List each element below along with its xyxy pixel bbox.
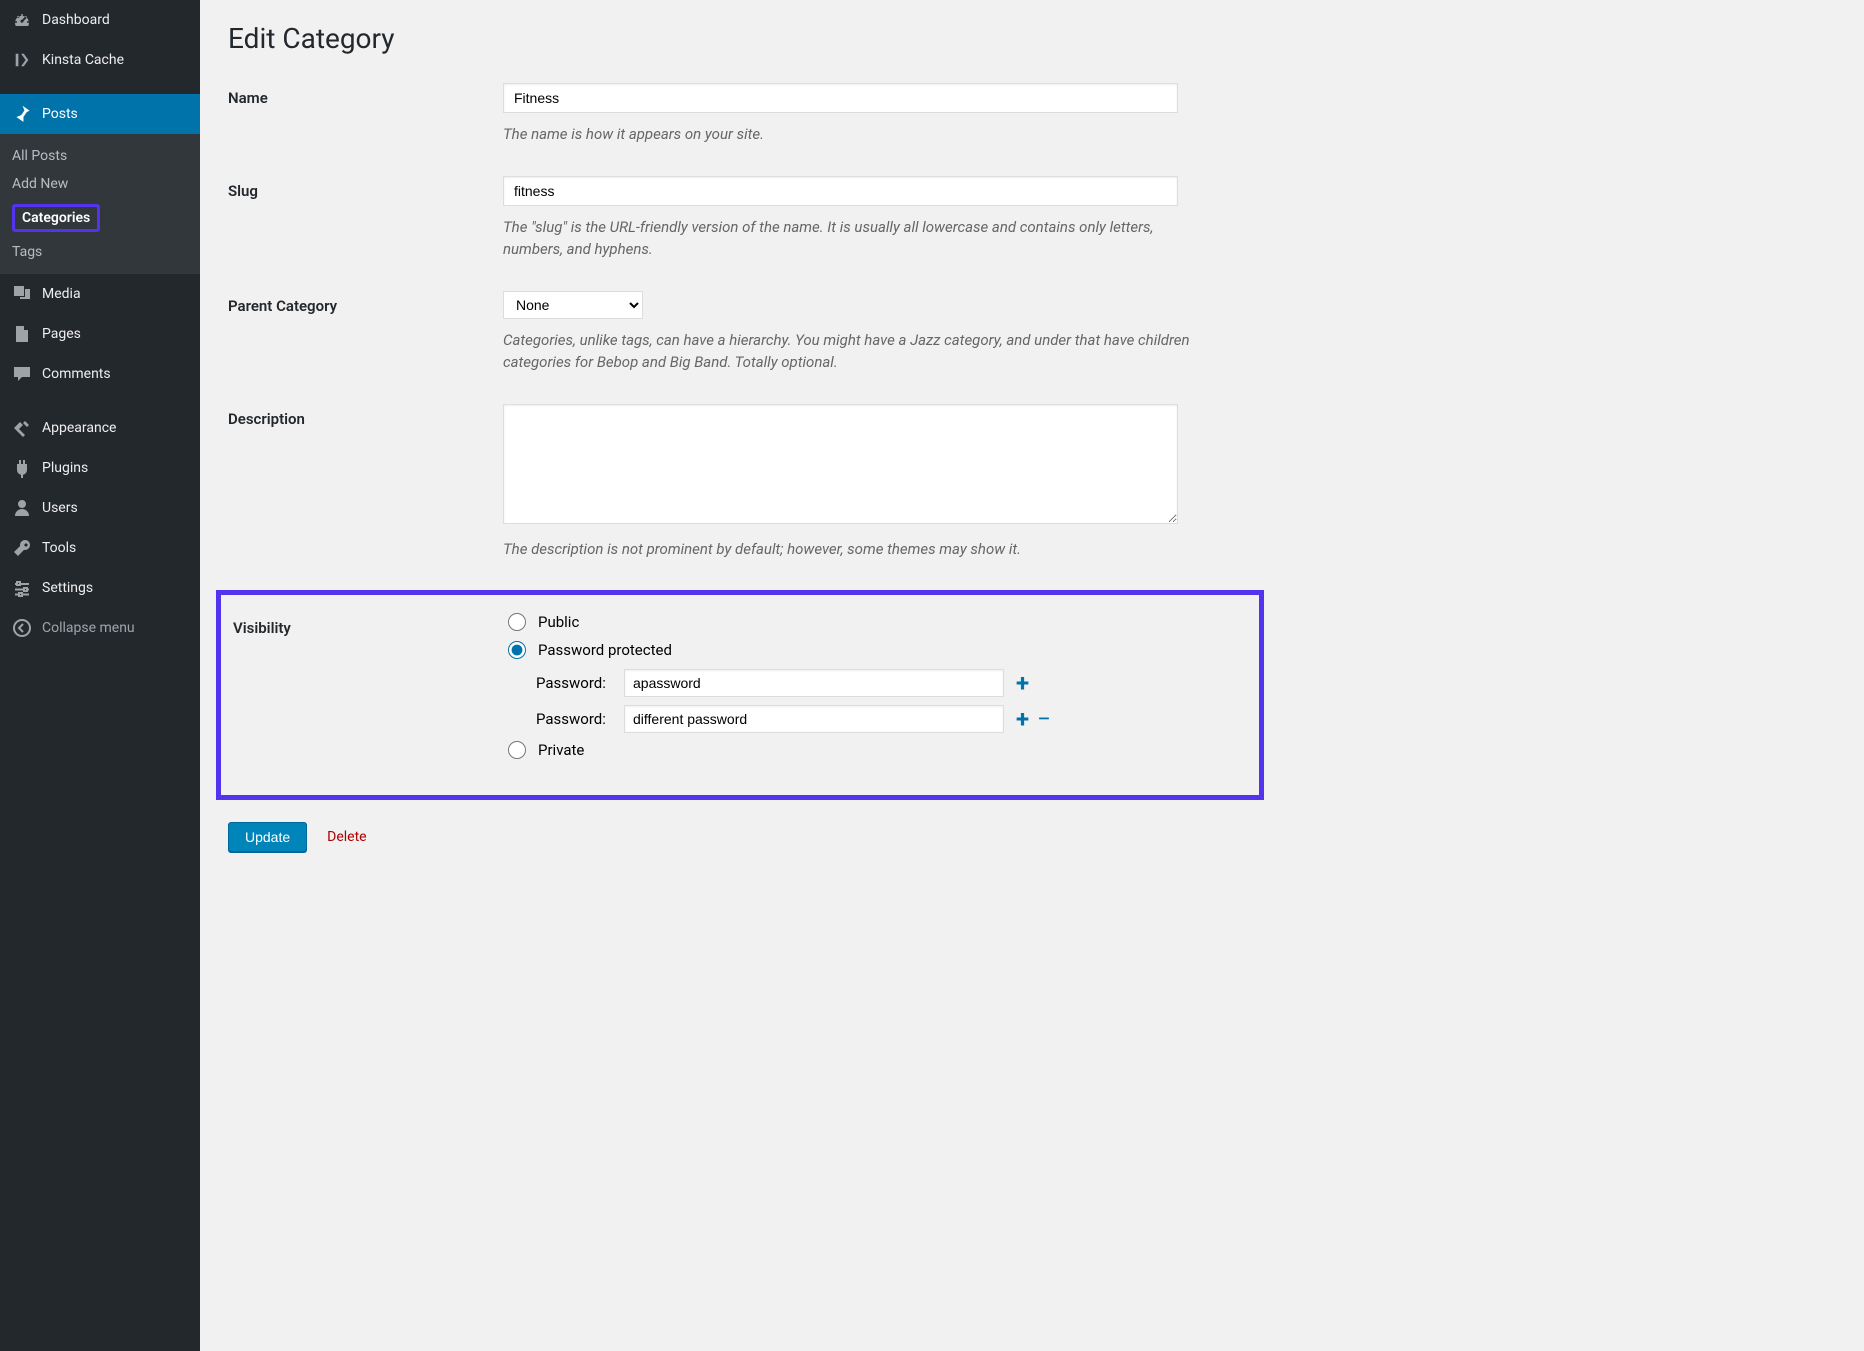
name-row: Name The name is how it appears on your … bbox=[228, 83, 1252, 146]
visibility-public-radio[interactable] bbox=[508, 613, 526, 631]
media-icon bbox=[12, 284, 32, 304]
add-password-icon[interactable]: + bbox=[1016, 707, 1029, 731]
slug-input[interactable] bbox=[503, 176, 1178, 206]
pages-icon bbox=[12, 324, 32, 344]
settings-icon bbox=[12, 578, 32, 598]
sidebar-label: Comments bbox=[42, 366, 111, 382]
sidebar-item-users[interactable]: Users bbox=[0, 488, 200, 528]
form-actions: Update Delete bbox=[228, 822, 1252, 852]
pin-icon bbox=[12, 104, 32, 124]
sidebar-label: Pages bbox=[42, 326, 81, 342]
parent-select[interactable]: None bbox=[503, 291, 643, 319]
sidebar-item-tools[interactable]: Tools bbox=[0, 528, 200, 568]
sidebar-label: Posts bbox=[42, 106, 78, 122]
visibility-public-label: Public bbox=[538, 613, 579, 631]
delete-link[interactable]: Delete bbox=[327, 829, 366, 845]
visibility-password-label: Password protected bbox=[538, 641, 672, 659]
sidebar-label: Plugins bbox=[42, 460, 88, 476]
password-input-1[interactable] bbox=[624, 669, 1004, 697]
sidebar-item-pages[interactable]: Pages bbox=[0, 314, 200, 354]
visibility-private-radio[interactable] bbox=[508, 741, 526, 759]
sidebar-item-comments[interactable]: Comments bbox=[0, 354, 200, 394]
sidebar-item-posts[interactable]: Posts bbox=[0, 94, 200, 134]
sidebar-item-dashboard[interactable]: Dashboard bbox=[0, 0, 200, 40]
sidebar-label: Users bbox=[42, 500, 78, 516]
sidebar-label: Settings bbox=[42, 580, 93, 596]
description-textarea[interactable] bbox=[503, 404, 1178, 524]
visibility-private-label: Private bbox=[538, 741, 584, 759]
kinsta-icon bbox=[12, 50, 32, 70]
tools-icon bbox=[12, 538, 32, 558]
visibility-highlight-box: Visibility Public Password protected Pas… bbox=[216, 590, 1264, 800]
comments-icon bbox=[12, 364, 32, 384]
main-content: Edit Category Name The name is how it ap… bbox=[200, 0, 1280, 1351]
password-label-1: Password: bbox=[536, 674, 618, 692]
update-button[interactable]: Update bbox=[228, 822, 307, 852]
collapse-icon bbox=[12, 618, 32, 638]
page-title: Edit Category bbox=[228, 22, 1252, 55]
description-row: Description The description is not promi… bbox=[228, 404, 1252, 561]
name-input[interactable] bbox=[503, 83, 1178, 113]
sidebar-label: Appearance bbox=[42, 420, 116, 436]
sidebar-label: Collapse menu bbox=[42, 620, 135, 636]
sidebar-item-plugins[interactable]: Plugins bbox=[0, 448, 200, 488]
submenu-tags[interactable]: Tags bbox=[0, 238, 200, 266]
users-icon bbox=[12, 498, 32, 518]
parent-row: Parent Category None Categories, unlike … bbox=[228, 291, 1252, 374]
add-password-icon[interactable]: + bbox=[1016, 671, 1029, 695]
sidebar-item-kinsta-cache[interactable]: Kinsta Cache bbox=[0, 40, 200, 80]
submenu-categories[interactable]: Categories bbox=[0, 198, 200, 238]
visibility-label: Visibility bbox=[233, 613, 508, 637]
dashboard-icon bbox=[12, 10, 32, 30]
password-row-1: Password: + bbox=[536, 669, 1247, 697]
sidebar-label: Dashboard bbox=[42, 12, 110, 28]
sidebar-label: Kinsta Cache bbox=[42, 52, 124, 68]
password-input-2[interactable] bbox=[624, 705, 1004, 733]
description-label: Description bbox=[228, 404, 503, 428]
visibility-password-radio[interactable] bbox=[508, 641, 526, 659]
sidebar-item-settings[interactable]: Settings bbox=[0, 568, 200, 608]
name-label: Name bbox=[228, 83, 503, 107]
appearance-icon bbox=[12, 418, 32, 438]
parent-help: Categories, unlike tags, can have a hier… bbox=[503, 329, 1203, 374]
name-help: The name is how it appears on your site. bbox=[503, 123, 1203, 146]
sidebar-label: Tools bbox=[42, 540, 76, 556]
plugins-icon bbox=[12, 458, 32, 478]
slug-row: Slug The "slug" is the URL-friendly vers… bbox=[228, 176, 1252, 261]
posts-submenu: All Posts Add New Categories Tags bbox=[0, 134, 200, 274]
remove-password-icon[interactable]: − bbox=[1037, 707, 1051, 731]
slug-label: Slug bbox=[228, 176, 503, 200]
parent-label: Parent Category bbox=[228, 291, 503, 315]
admin-sidebar: Dashboard Kinsta Cache Posts All Posts A… bbox=[0, 0, 200, 1351]
sidebar-item-media[interactable]: Media bbox=[0, 274, 200, 314]
submenu-all-posts[interactable]: All Posts bbox=[0, 142, 200, 170]
password-label-2: Password: bbox=[536, 710, 618, 728]
categories-highlight: Categories bbox=[12, 204, 100, 232]
sidebar-label: Media bbox=[42, 286, 81, 302]
description-help: The description is not prominent by defa… bbox=[503, 538, 1203, 561]
submenu-add-new[interactable]: Add New bbox=[0, 170, 200, 198]
slug-help: The "slug" is the URL-friendly version o… bbox=[503, 216, 1203, 261]
password-row-2: Password: + − bbox=[536, 705, 1247, 733]
sidebar-item-appearance[interactable]: Appearance bbox=[0, 408, 200, 448]
sidebar-item-collapse[interactable]: Collapse menu bbox=[0, 608, 200, 648]
